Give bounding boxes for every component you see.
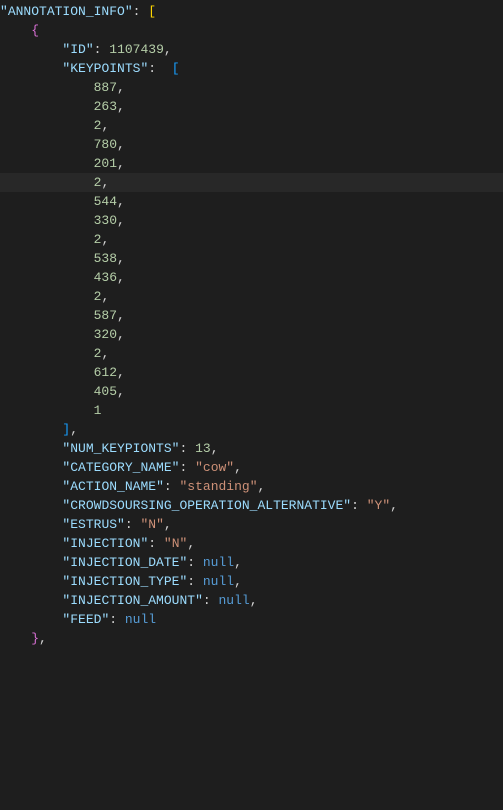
keypoint-value[interactable]: 263,	[0, 97, 503, 116]
keypoint-value[interactable]: 538,	[0, 249, 503, 268]
keypoint-value[interactable]: 330,	[0, 211, 503, 230]
keypoints-open[interactable]: "KEYPOINTS": [	[0, 59, 503, 78]
object-open[interactable]: {	[0, 21, 503, 40]
keypoint-value[interactable]: 2,	[0, 173, 503, 192]
category-line[interactable]: "CATEGORY_NAME": "cow",	[0, 458, 503, 477]
keypoint-value[interactable]: 887,	[0, 78, 503, 97]
object-close[interactable]: },	[0, 629, 503, 648]
keypoint-value[interactable]: 612,	[0, 363, 503, 382]
keypoint-value[interactable]: 2,	[0, 287, 503, 306]
root-key-line[interactable]: "ANNOTATION_INFO": [	[0, 2, 503, 21]
injection-line[interactable]: "INJECTION": "N",	[0, 534, 503, 553]
injdate-line[interactable]: "INJECTION_DATE": null,	[0, 553, 503, 572]
action-line[interactable]: "ACTION_NAME": "standing",	[0, 477, 503, 496]
numkp-line[interactable]: "NUM_KEYPIONTS": 13,	[0, 439, 503, 458]
estrus-line[interactable]: "ESTRUS": "N",	[0, 515, 503, 534]
id-line[interactable]: "ID": 1107439,	[0, 40, 503, 59]
keypoint-value[interactable]: 544,	[0, 192, 503, 211]
keypoint-value[interactable]: 2,	[0, 344, 503, 363]
keypoint-value[interactable]: 780,	[0, 135, 503, 154]
injamt-line[interactable]: "INJECTION_AMOUNT": null,	[0, 591, 503, 610]
keypoints-close[interactable]: ],	[0, 420, 503, 439]
crowd-line[interactable]: "CROWDSOURSING_OPERATION_ALTERNATIVE": "…	[0, 496, 503, 515]
keypoint-value[interactable]: 201,	[0, 154, 503, 173]
keypoint-value[interactable]: 405,	[0, 382, 503, 401]
injtype-line[interactable]: "INJECTION_TYPE": null,	[0, 572, 503, 591]
keypoint-value[interactable]: 320,	[0, 325, 503, 344]
json-editor[interactable]: "ANNOTATION_INFO": [ { "ID": 1107439, "K…	[0, 2, 503, 648]
keypoint-value[interactable]: 1	[0, 401, 503, 420]
keypoint-value[interactable]: 587,	[0, 306, 503, 325]
keypoint-value[interactable]: 436,	[0, 268, 503, 287]
feed-line[interactable]: "FEED": null	[0, 610, 503, 629]
keypoint-value[interactable]: 2,	[0, 230, 503, 249]
keypoint-value[interactable]: 2,	[0, 116, 503, 135]
